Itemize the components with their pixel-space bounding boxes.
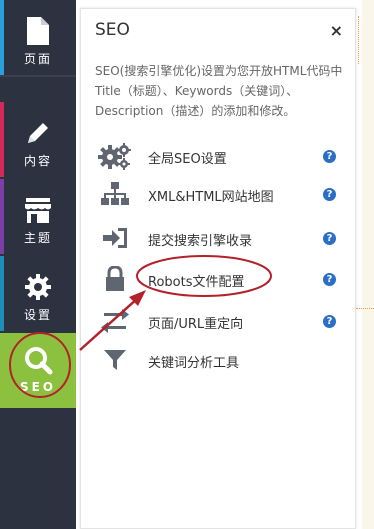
menu-label: 全局SEO设置 (148, 152, 227, 167)
menu-item-robots[interactable]: Robots文件配置 ? (81, 263, 357, 295)
panel-description: SEO(搜索引擎优化)设置为您开放HTML代码中Title（标题）、Keywor… (95, 64, 343, 118)
menu-label: 提交搜索引擎收录 (148, 234, 253, 249)
menu-item-sitemap[interactable]: XML&HTML网站地图 ? (81, 178, 357, 210)
help-icon[interactable]: ? (323, 188, 336, 201)
gears-icon (97, 140, 133, 172)
nav-item-seo[interactable]: SEO (0, 333, 76, 408)
nav-label-seo: SEO (19, 380, 57, 394)
nav-label-settings: 设置 (23, 308, 52, 322)
menu-item-redirect[interactable]: 页面/URL重定向 ? (81, 305, 357, 337)
menu-label: Robots文件配置 (148, 275, 245, 290)
nav-label-theme: 主题 (23, 231, 52, 245)
nav-item-content[interactable]: 内容 (0, 102, 76, 177)
help-icon[interactable]: ? (323, 232, 336, 245)
dotted-guide (358, 16, 359, 64)
left-nav: 页面 内容 主题 设置 SEO (0, 0, 76, 529)
nav-item-theme[interactable]: 主题 (0, 179, 76, 254)
nav-item-page[interactable]: 页面 (0, 0, 76, 75)
seo-panel: SEO × SEO(搜索引擎优化)设置为您开放HTML代码中Title（标题）、… (80, 8, 356, 529)
dotted-guide (356, 308, 374, 309)
nav-label-page: 页面 (23, 52, 52, 66)
help-icon[interactable]: ? (323, 273, 336, 286)
menu-item-submit-engines[interactable]: 提交搜索引擎收录 ? (81, 222, 357, 254)
menu-label: 页面/URL重定向 (148, 317, 244, 332)
store-icon (0, 193, 76, 227)
help-icon[interactable]: ? (323, 315, 336, 328)
nav-label-content: 内容 (23, 154, 52, 168)
background-edge (362, 0, 374, 529)
sign-in-icon (97, 222, 133, 254)
close-button[interactable]: × (330, 21, 343, 40)
panel-title: SEO (95, 20, 130, 40)
pencil-icon (0, 116, 76, 150)
menu-item-keyword-tool[interactable]: 关键词分析工具 (81, 344, 357, 376)
gear-icon (0, 270, 76, 304)
sitemap-icon (97, 178, 133, 210)
page-icon (0, 14, 76, 48)
menu-item-global-seo[interactable]: 全局SEO设置 ? (81, 140, 357, 172)
redirect-icon (97, 305, 133, 337)
help-icon[interactable]: ? (323, 150, 336, 163)
lock-icon (97, 263, 133, 295)
menu-label: XML&HTML网站地图 (148, 190, 274, 205)
menu-label: 关键词分析工具 (148, 356, 240, 371)
nav-item-settings[interactable]: 设置 (0, 256, 76, 331)
filter-icon (97, 344, 133, 376)
search-icon (0, 343, 76, 377)
nav-divider (0, 75, 76, 77)
